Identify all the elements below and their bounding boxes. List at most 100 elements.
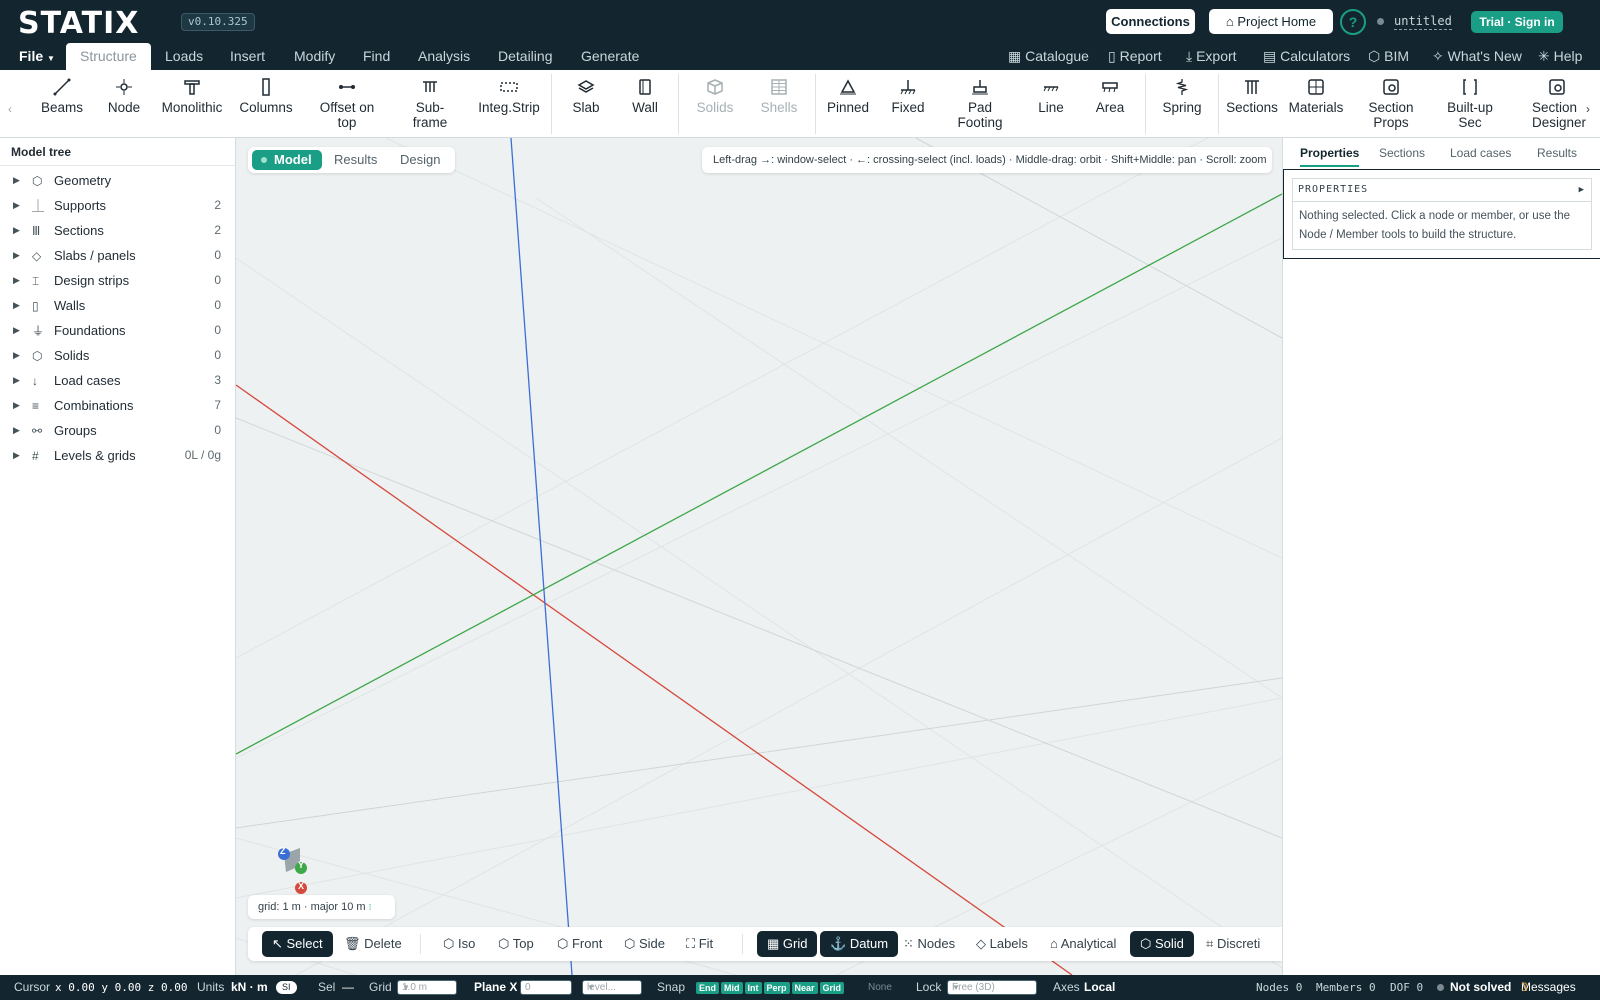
built-up-sec-button[interactable]: Built-up Sec: [1440, 78, 1500, 130]
analytical-toggle[interactable]: ⌂ Analytical: [1050, 931, 1116, 957]
mode-design-tab[interactable]: Design: [400, 150, 440, 170]
area-support-button[interactable]: Area: [1092, 78, 1128, 115]
section-designer-button[interactable]: Section Designer: [1522, 78, 1588, 130]
export-menu[interactable]: ⤓ Export: [1186, 43, 1237, 70]
tree-item-load-cases[interactable]: ▶ ↓ Load cases 3: [0, 368, 235, 393]
ribbon-scroll-left-icon[interactable]: ‹: [8, 102, 12, 116]
spring-button[interactable]: Spring: [1160, 78, 1204, 115]
tab-results[interactable]: Results: [1537, 146, 1577, 160]
lock-select[interactable]: Free (3D) ▼: [947, 980, 1037, 995]
mode-model-tab[interactable]: Model: [252, 150, 322, 170]
tab-modify[interactable]: Modify: [294, 43, 335, 70]
delete-button[interactable]: 🗑 Delete: [344, 931, 402, 957]
snap-end-toggle[interactable]: End: [696, 982, 719, 994]
tab-detailing[interactable]: Detailing: [498, 43, 552, 70]
tree-item-levels-grids[interactable]: ▶ # Levels & grids 0L / 0g: [0, 443, 235, 468]
snap-mid-toggle[interactable]: Mid: [721, 982, 743, 994]
tab-structure[interactable]: Structure: [66, 43, 151, 70]
axes-value[interactable]: Local: [1084, 975, 1115, 1000]
expand-triangle-icon[interactable]: ▶: [13, 343, 20, 368]
iso-view-button[interactable]: ⬡ Iso: [443, 931, 475, 957]
properties-header[interactable]: PROPERTIES ▶: [1292, 178, 1592, 202]
solids-button[interactable]: Solids: [695, 78, 735, 115]
integ-strip-button[interactable]: Integ.Strip: [474, 78, 544, 115]
wall-button[interactable]: Wall: [630, 78, 660, 115]
sub-frame-button[interactable]: Sub-frame: [406, 78, 454, 130]
tree-item-walls[interactable]: ▶ ▯ Walls 0: [0, 293, 235, 318]
tab-generate[interactable]: Generate: [581, 43, 639, 70]
expand-triangle-icon[interactable]: ▶: [13, 368, 20, 393]
discretize-toggle[interactable]: ⌗ Discreti: [1206, 931, 1260, 957]
labels-toggle[interactable]: ◇ Labels: [976, 931, 1028, 957]
calculators-menu[interactable]: ▤ Calculators: [1263, 43, 1350, 70]
project-home-button[interactable]: ⌂ Project Home: [1209, 9, 1333, 34]
pinned-button[interactable]: Pinned: [826, 78, 870, 115]
units-system-badge[interactable]: SI: [276, 981, 297, 994]
snap-none-option[interactable]: None: [868, 975, 892, 1000]
viewport-canvas[interactable]: [236, 138, 1282, 975]
tree-item-geometry[interactable]: ▶ ⬡ Geometry: [0, 168, 235, 193]
trial-sign-in-button[interactable]: Trial · Sign in: [1471, 11, 1563, 33]
3d-viewport[interactable]: Model Results Design Left-drag →: window…: [236, 138, 1282, 975]
offset-on-top-button[interactable]: Offset on top: [312, 78, 382, 130]
fixed-button[interactable]: Fixed: [888, 78, 928, 115]
report-menu[interactable]: ▯ Report: [1108, 43, 1162, 70]
snap-perp-toggle[interactable]: Perp: [763, 982, 790, 994]
mode-results-tab[interactable]: Results: [334, 150, 377, 170]
tree-item-design-strips[interactable]: ▶ ⌶ Design strips 0: [0, 268, 235, 293]
beams-button[interactable]: Beams: [40, 78, 84, 115]
slab-button[interactable]: Slab: [570, 78, 602, 115]
expand-triangle-icon[interactable]: ▶: [13, 418, 20, 443]
expand-arrow-icon[interactable]: ▶: [1579, 179, 1585, 201]
level-select[interactable]: level... ▼: [582, 980, 642, 995]
expand-triangle-icon[interactable]: ▶: [13, 218, 20, 243]
tab-find[interactable]: Find: [363, 43, 390, 70]
expand-triangle-icon[interactable]: ▶: [13, 393, 20, 418]
expand-triangle-icon[interactable]: ▶: [13, 293, 20, 318]
file-name[interactable]: untitled: [1394, 13, 1452, 30]
section-props-button[interactable]: Section Props: [1360, 78, 1422, 130]
plane-input[interactable]: 0: [520, 980, 572, 995]
tree-item-combinations[interactable]: ▶ ≡ Combinations 7: [0, 393, 235, 418]
expand-triangle-icon[interactable]: ▶: [13, 243, 20, 268]
catalogue-menu[interactable]: ▦ Catalogue: [1008, 43, 1089, 70]
help-menu[interactable]: ✳ Help: [1538, 43, 1582, 70]
sections-button[interactable]: Sections: [1225, 78, 1279, 115]
bim-menu[interactable]: ⬡ BIM: [1368, 43, 1409, 70]
line-support-button[interactable]: Line: [1034, 78, 1068, 115]
expand-triangle-icon[interactable]: ▶: [13, 193, 20, 218]
tab-insert[interactable]: Insert: [230, 43, 265, 70]
tree-item-foundations[interactable]: ▶ ⏚ Foundations 0: [0, 318, 235, 343]
snap-int-toggle[interactable]: Int: [744, 982, 762, 994]
ribbon-scroll-right-icon[interactable]: ›: [1586, 102, 1590, 116]
grid-size-select[interactable]: 1.0 m ▼: [397, 980, 457, 995]
tab-load-cases[interactable]: Load cases: [1450, 146, 1511, 160]
front-view-button[interactable]: ⬡ Front: [557, 931, 602, 957]
expand-triangle-icon[interactable]: ▶: [13, 443, 20, 468]
tab-sections[interactable]: Sections: [1379, 146, 1425, 160]
grid-dots-icon[interactable]: ⁝: [369, 902, 372, 912]
whats-new-menu[interactable]: ✧ What's New: [1432, 43, 1522, 70]
shells-button[interactable]: Shells: [759, 78, 799, 115]
expand-triangle-icon[interactable]: ▶: [13, 268, 20, 293]
help-icon[interactable]: ?: [1340, 9, 1366, 35]
connections-button[interactable]: Connections: [1106, 9, 1195, 34]
grid-toggle[interactable]: ▦ Grid: [757, 931, 818, 957]
tree-item-solids[interactable]: ▶ ⬡ Solids 0: [0, 343, 235, 368]
monolithic-button[interactable]: Monolithic: [158, 78, 226, 115]
tab-analysis[interactable]: Analysis: [418, 43, 470, 70]
top-view-button[interactable]: ⬡ Top: [498, 931, 534, 957]
tree-item-groups[interactable]: ▶ ⚯ Groups 0: [0, 418, 235, 443]
snap-grid-toggle[interactable]: Grid: [819, 982, 845, 994]
tree-item-slabs-panels[interactable]: ▶ ◇ Slabs / panels 0: [0, 243, 235, 268]
tab-loads[interactable]: Loads: [165, 43, 203, 70]
select-tool-button[interactable]: ↖ Select: [262, 931, 333, 957]
solid-toggle[interactable]: ⬡ Solid: [1130, 931, 1194, 957]
nodes-toggle[interactable]: ⁙ Nodes: [903, 931, 955, 957]
file-menu[interactable]: File ▼: [19, 43, 55, 70]
tree-item-sections[interactable]: ▶ Ⅲ Sections 2: [0, 218, 235, 243]
side-view-button[interactable]: ⬡ Side: [624, 931, 665, 957]
pad-footing-button[interactable]: Pad Footing: [952, 78, 1008, 130]
materials-button[interactable]: Materials: [1286, 78, 1346, 115]
fit-view-button[interactable]: ⛶ Fit: [686, 931, 713, 957]
